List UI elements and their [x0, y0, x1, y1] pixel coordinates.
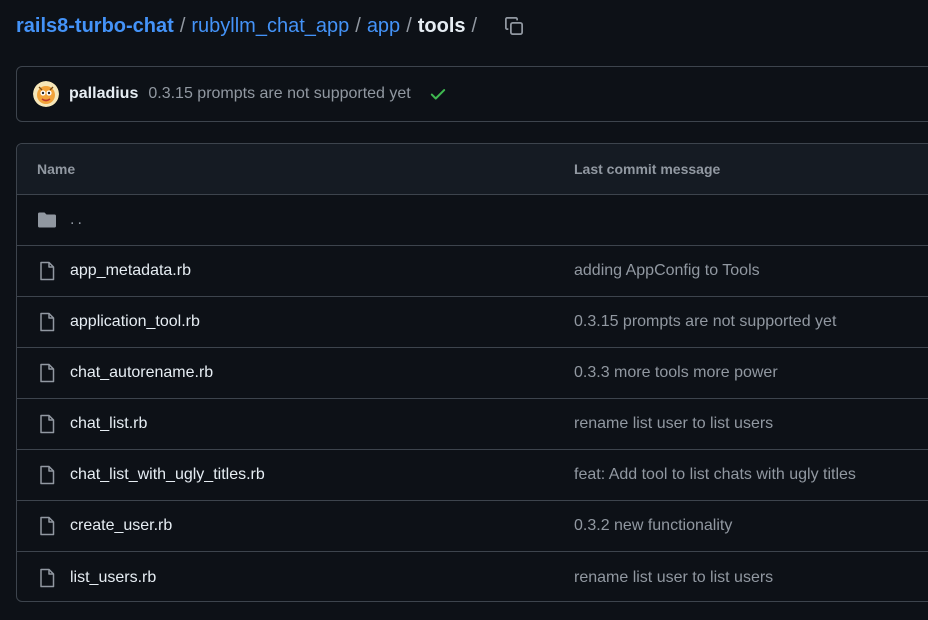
breadcrumb-segment-link[interactable]: app [367, 15, 400, 38]
breadcrumb-repo-link[interactable]: rails8-turbo-chat [16, 15, 174, 38]
parent-directory-link[interactable]: .. [70, 211, 85, 229]
avatar[interactable] [33, 81, 59, 107]
copy-path-button[interactable] [499, 11, 529, 41]
file-icon [37, 568, 57, 588]
file-icon [37, 414, 57, 434]
file-commit-message-link[interactable]: rename list user to list users [574, 415, 773, 433]
file-name-link[interactable]: chat_autorename.rb [70, 364, 213, 382]
file-commit-message-link[interactable]: adding AppConfig to Tools [574, 262, 760, 280]
message-column-header: Last commit message [574, 161, 721, 177]
file-commit-message-link[interactable]: rename list user to list users [574, 569, 773, 587]
file-row[interactable]: chat_autorename.rb 0.3.3 more tools more… [17, 348, 928, 399]
breadcrumb-current: tools [417, 14, 466, 37]
breadcrumb-separator: / [406, 14, 412, 37]
breadcrumb-segment-link[interactable]: rubyllm_chat_app [191, 15, 349, 38]
file-commit-message-link[interactable]: 0.3.3 more tools more power [574, 364, 778, 382]
file-name-link[interactable]: application_tool.rb [70, 313, 200, 331]
file-name-link[interactable]: create_user.rb [70, 517, 172, 535]
breadcrumb-separator: / [179, 14, 186, 37]
latest-commit-bar: palladius 0.3.15 prompts are not support… [16, 66, 928, 122]
file-table: Name Last commit message .. app_metadata… [16, 143, 928, 602]
breadcrumb-separator: / [471, 14, 478, 37]
file-icon [37, 261, 57, 281]
file-name-link[interactable]: list_users.rb [70, 569, 156, 587]
copy-icon [505, 17, 524, 35]
commit-message-link[interactable]: 0.3.15 prompts are not supported yet [148, 85, 410, 103]
breadcrumb: rails8-turbo-chat / rubyllm_chat_app / a… [16, 12, 529, 40]
file-commit-message-link[interactable]: 0.3.2 new functionality [574, 517, 732, 535]
file-name-link[interactable]: chat_list.rb [70, 415, 147, 433]
file-icon [37, 465, 57, 485]
commit-author-link[interactable]: palladius [69, 85, 138, 103]
folder-icon [37, 210, 57, 230]
name-column-header: Name [37, 161, 76, 177]
breadcrumb-separator: / [355, 14, 361, 37]
file-row[interactable]: application_tool.rb 0.3.15 prompts are n… [17, 297, 928, 348]
file-commit-message-link[interactable]: feat: Add tool to list chats with ugly t… [574, 466, 856, 484]
file-row[interactable]: app_metadata.rb adding AppConfig to Tool… [17, 246, 928, 297]
table-header: Name Last commit message [17, 144, 928, 195]
file-row[interactable]: chat_list_with_ugly_titles.rb feat: Add … [17, 450, 928, 501]
file-row[interactable]: chat_list.rb rename list user to list us… [17, 399, 928, 450]
file-name-link[interactable]: app_metadata.rb [70, 262, 191, 280]
file-icon [37, 363, 57, 383]
file-row[interactable]: list_users.rb rename list user to list u… [17, 552, 928, 601]
parent-directory-row[interactable]: .. [17, 195, 928, 246]
check-icon [430, 89, 445, 100]
file-icon [37, 312, 57, 332]
file-icon [37, 516, 57, 536]
file-name-link[interactable]: chat_list_with_ugly_titles.rb [70, 466, 265, 484]
file-commit-message-link[interactable]: 0.3.15 prompts are not supported yet [574, 313, 836, 331]
file-row[interactable]: create_user.rb 0.3.2 new functionality [17, 501, 928, 552]
